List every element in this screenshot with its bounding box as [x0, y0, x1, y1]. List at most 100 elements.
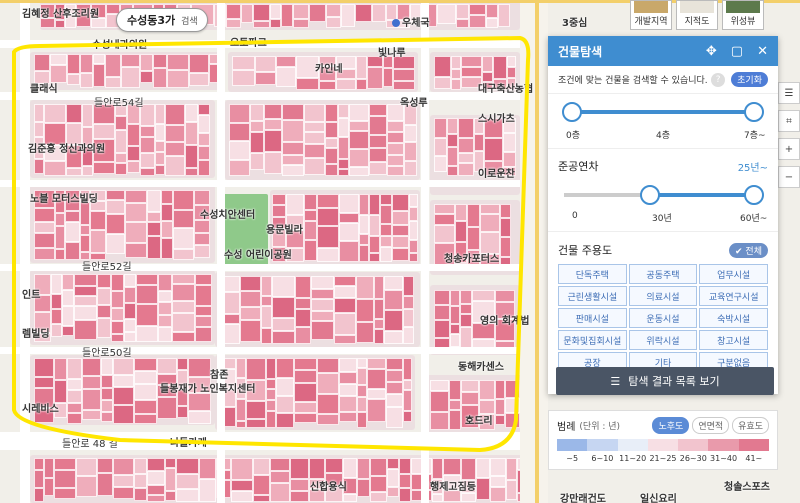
poi-label[interactable]: 강만래건도	[560, 490, 606, 503]
building[interactable]	[319, 81, 336, 90]
building[interactable]	[500, 204, 511, 218]
slider-knob-min[interactable]	[562, 102, 582, 122]
building[interactable]	[93, 64, 105, 87]
poi-label[interactable]: 3중심	[562, 14, 587, 29]
building[interactable]	[434, 320, 450, 338]
building[interactable]	[349, 167, 369, 176]
building[interactable]	[140, 126, 155, 137]
building[interactable]	[325, 164, 338, 176]
building[interactable]	[147, 190, 161, 212]
building[interactable]	[449, 380, 461, 400]
building[interactable]	[67, 390, 82, 403]
building[interactable]	[124, 319, 136, 332]
building[interactable]	[461, 493, 476, 502]
building[interactable]	[434, 77, 451, 89]
building[interactable]	[357, 358, 367, 368]
building[interactable]	[500, 237, 511, 257]
building[interactable]	[93, 124, 115, 139]
building[interactable]	[295, 327, 311, 344]
building[interactable]	[240, 320, 261, 342]
building[interactable]	[450, 334, 460, 347]
usage-option[interactable]: 단독주택	[558, 264, 627, 284]
building[interactable]	[403, 411, 412, 422]
building[interactable]	[173, 249, 194, 260]
building[interactable]	[165, 142, 185, 156]
building[interactable]	[450, 324, 460, 334]
building[interactable]	[392, 248, 409, 261]
building[interactable]	[325, 458, 343, 473]
building[interactable]	[409, 207, 418, 221]
building[interactable]	[134, 384, 157, 400]
building[interactable]	[195, 274, 212, 285]
building[interactable]	[479, 380, 495, 400]
building[interactable]	[165, 458, 176, 468]
building[interactable]	[456, 19, 469, 28]
building[interactable]	[67, 358, 82, 379]
building[interactable]	[272, 276, 295, 297]
building[interactable]	[392, 225, 409, 236]
age-slider[interactable]	[548, 181, 778, 211]
building[interactable]	[97, 274, 111, 288]
building[interactable]	[147, 212, 161, 222]
building[interactable]	[62, 326, 74, 336]
building[interactable]	[106, 234, 125, 254]
usage-option[interactable]: 교육연구시설	[699, 286, 768, 306]
building[interactable]	[198, 104, 210, 115]
building[interactable]	[80, 225, 90, 235]
usage-option[interactable]: 창고시설	[699, 330, 768, 350]
building[interactable]	[167, 54, 189, 70]
usage-option[interactable]: 근린생활시설	[558, 286, 627, 306]
building[interactable]	[276, 67, 296, 87]
building[interactable]	[111, 291, 124, 308]
building[interactable]	[270, 483, 290, 502]
building[interactable]	[198, 133, 210, 146]
building[interactable]	[393, 81, 415, 90]
building[interactable]	[474, 134, 484, 151]
building[interactable]	[253, 21, 270, 28]
building[interactable]	[495, 415, 505, 425]
building[interactable]	[339, 223, 359, 241]
building[interactable]	[67, 403, 82, 413]
building[interactable]	[80, 54, 93, 73]
building[interactable]	[437, 4, 456, 24]
floor-slider[interactable]	[548, 98, 778, 128]
building[interactable]	[434, 118, 447, 138]
building[interactable]	[113, 387, 134, 405]
building[interactable]	[264, 130, 282, 152]
building[interactable]	[443, 458, 461, 475]
building[interactable]	[374, 299, 384, 319]
building[interactable]	[173, 190, 194, 210]
building[interactable]	[484, 138, 503, 161]
building[interactable]	[317, 394, 339, 414]
building[interactable]	[403, 380, 412, 390]
building[interactable]	[229, 123, 250, 141]
building[interactable]	[51, 324, 62, 337]
building[interactable]	[387, 487, 399, 497]
building[interactable]	[403, 309, 414, 327]
building[interactable]	[461, 56, 482, 67]
building[interactable]	[54, 470, 76, 488]
poi-label[interactable]: 스시가츠	[478, 110, 515, 125]
poi-label[interactable]: 청송카포터스	[444, 250, 499, 265]
building[interactable]	[194, 233, 210, 245]
building[interactable]	[158, 274, 172, 291]
building[interactable]	[357, 397, 367, 412]
building[interactable]	[272, 318, 295, 331]
building[interactable]	[451, 79, 461, 90]
building[interactable]	[467, 227, 480, 250]
building[interactable]	[172, 332, 195, 342]
building[interactable]	[495, 380, 505, 399]
building[interactable]	[367, 67, 383, 89]
building[interactable]	[155, 152, 165, 165]
building[interactable]	[34, 54, 50, 71]
building[interactable]	[65, 242, 80, 260]
building[interactable]	[51, 274, 62, 294]
building[interactable]	[264, 104, 282, 119]
building[interactable]	[34, 377, 54, 388]
building[interactable]	[74, 296, 97, 306]
building[interactable]	[336, 79, 356, 90]
building[interactable]	[125, 203, 147, 222]
building[interactable]	[124, 287, 136, 303]
building[interactable]	[134, 474, 147, 488]
building[interactable]	[199, 458, 216, 479]
